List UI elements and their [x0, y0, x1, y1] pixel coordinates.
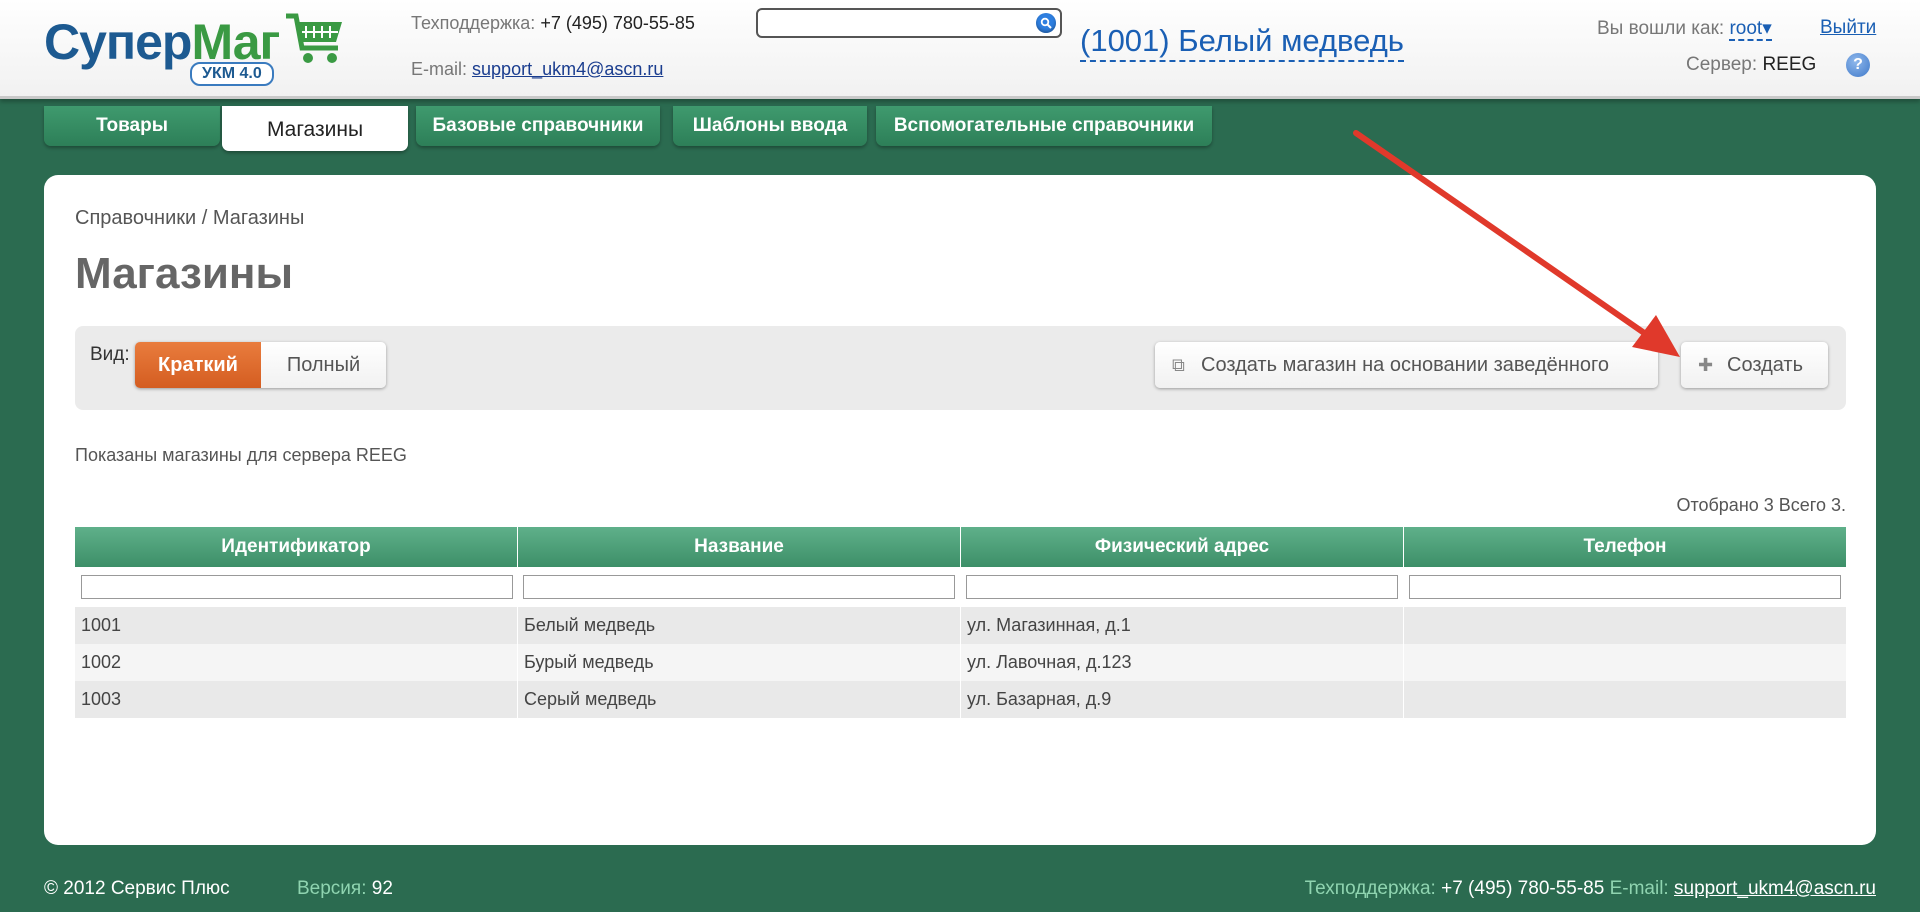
cell-phone	[1404, 644, 1846, 681]
cell-id: 1003	[75, 681, 518, 718]
support-label: Техподдержка:	[411, 13, 536, 33]
table-row[interactable]: 1003 Серый медведь ул. Базарная, д.9	[75, 681, 1846, 718]
cart-icon	[286, 13, 342, 63]
login-info: Вы вошли как: root▾	[1597, 17, 1772, 41]
version-label: Версия:	[297, 878, 367, 899]
version-info: Версия: 92	[297, 878, 393, 900]
support-phone: +7 (495) 780-55-85	[540, 13, 695, 33]
email-link[interactable]: support_ukm4@ascn.ru	[472, 59, 663, 79]
column-header-address[interactable]: Физический адрес	[961, 527, 1404, 567]
chevron-down-icon: ▾	[1762, 18, 1772, 39]
email-label: E-mail:	[411, 59, 468, 79]
cell-id: 1002	[75, 644, 518, 681]
server-label: Сервер:	[1686, 54, 1758, 75]
logo[interactable]: СуперМаг УКМ 4.0	[44, 10, 344, 90]
store-title[interactable]: (1001) Белый медведь	[1080, 22, 1404, 62]
support-info: Техподдержка: +7 (495) 780-55-85	[411, 13, 695, 34]
plus-icon: ✚	[1698, 355, 1714, 375]
tab-goods[interactable]: Товары	[44, 106, 220, 146]
tab-base-references[interactable]: Базовые справочники	[416, 106, 660, 146]
help-icon[interactable]: ?	[1846, 53, 1870, 77]
server-name: REEG	[1762, 54, 1817, 75]
email-info: E-mail: support_ukm4@ascn.ru	[411, 59, 663, 80]
search-input[interactable]	[756, 8, 1062, 38]
table-row[interactable]: 1001 Белый медведь ул. Магазинная, д.1	[75, 607, 1846, 644]
user-menu[interactable]: root▾	[1729, 18, 1772, 41]
tab-input-templates[interactable]: Шаблоны ввода	[673, 106, 867, 146]
server-info: Сервер: REEG	[1686, 54, 1816, 76]
annotation-arrow	[1353, 130, 1680, 357]
cell-name: Бурый медведь	[518, 644, 961, 681]
footer: © 2012 Сервис Плюс Версия: 92 Техподдерж…	[0, 860, 1920, 912]
view-toggle: Краткий Полный	[135, 342, 386, 388]
page-title: Магазины	[75, 249, 294, 298]
logo-badge: УКМ 4.0	[190, 62, 274, 86]
view-full-button[interactable]: Полный	[261, 342, 386, 388]
column-header-phone[interactable]: Телефон	[1404, 527, 1846, 567]
logout-link[interactable]: Выйти	[1820, 17, 1876, 39]
cell-name: Серый медведь	[518, 681, 961, 718]
footer-email-link[interactable]: support_ukm4@ascn.ru	[1674, 878, 1876, 899]
header: СуперМаг УКМ 4.0 Техподдержка: +7 (495) …	[0, 0, 1920, 99]
breadcrumb: Справочники / Магазины	[75, 207, 305, 229]
search-icon[interactable]	[1036, 13, 1056, 33]
cell-address: ул. Лавочная, д.123	[961, 644, 1404, 681]
user-name: root	[1729, 18, 1763, 39]
filter-id-input[interactable]	[81, 575, 513, 599]
cell-id: 1001	[75, 607, 518, 644]
filter-row	[75, 567, 1846, 607]
footer-support-label: Техподдержка:	[1304, 878, 1436, 899]
logged-in-label: Вы вошли как:	[1597, 18, 1725, 39]
filter-address-input[interactable]	[966, 575, 1398, 599]
create-button[interactable]: ✚ Создать	[1681, 342, 1828, 388]
view-short-button[interactable]: Краткий	[135, 342, 261, 388]
cell-name: Белый медведь	[518, 607, 961, 644]
table-header: Идентификатор Название Физический адрес …	[75, 527, 1846, 567]
column-header-id[interactable]: Идентификатор	[75, 527, 518, 567]
copyright: © 2012 Сервис Плюс	[44, 878, 230, 899]
server-filter-info: Показаны магазины для сервера REEG	[75, 445, 407, 465]
column-header-name[interactable]: Название	[518, 527, 961, 567]
footer-support-phone: +7 (495) 780-55-85	[1441, 878, 1605, 899]
table-row[interactable]: 1002 Бурый медведь ул. Лавочная, д.123	[75, 644, 1846, 681]
tab-auxiliary-references[interactable]: Вспомогательные справочники	[876, 106, 1212, 146]
version-value: 92	[371, 878, 393, 899]
filter-phone-input[interactable]	[1409, 575, 1841, 599]
cell-address: ул. Магазинная, д.1	[961, 607, 1404, 644]
footer-email-label: E-mail:	[1609, 878, 1669, 899]
cell-phone	[1404, 681, 1846, 718]
create-label: Создать	[1727, 354, 1804, 376]
cell-phone	[1404, 607, 1846, 644]
cell-address: ул. Базарная, д.9	[961, 681, 1404, 718]
tab-stores[interactable]: Магазины	[222, 106, 408, 151]
filter-name-input[interactable]	[523, 575, 955, 599]
stores-table: Идентификатор Название Физический адрес …	[75, 527, 1846, 718]
view-label: Вид:	[90, 344, 130, 365]
copy-icon: ⧉	[1172, 355, 1185, 375]
record-count: Отобрано 3 Всего 3.	[1676, 495, 1846, 515]
footer-support: Техподдержка: +7 (495) 780-55-85 E-mail:…	[1305, 878, 1876, 900]
